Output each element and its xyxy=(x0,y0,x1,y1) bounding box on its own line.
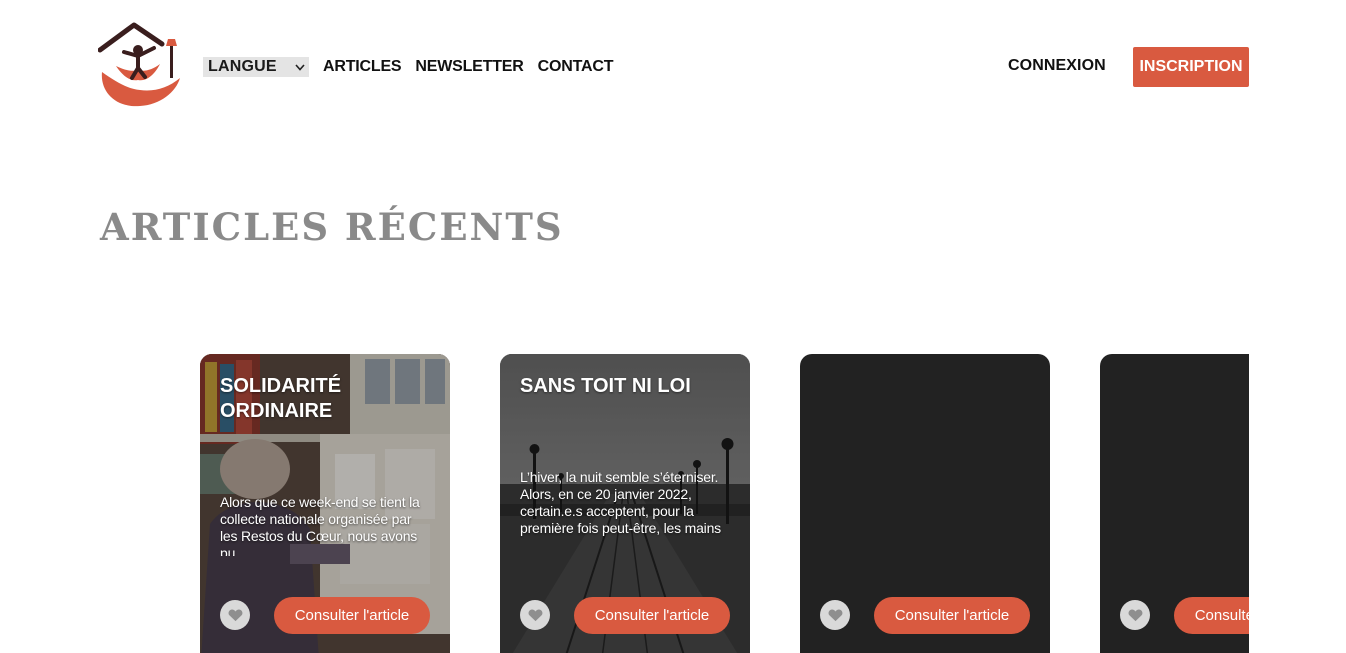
chevron-down-icon xyxy=(295,63,305,71)
read-article-button[interactable]: Consulter l'article xyxy=(274,597,430,634)
login-link[interactable]: CONNEXION xyxy=(1008,57,1106,75)
article-title: SOLIDARITÉ ORDINAIRE xyxy=(220,375,342,422)
read-article-button[interactable]: Consulter l'article xyxy=(874,597,1030,634)
article-card[interactable]: Consulter l'article xyxy=(1100,354,1249,653)
read-article-button[interactable]: Consulter l'article xyxy=(574,597,730,634)
articles-carousel[interactable]: SOLIDARITÉ ORDINAIRE Alors que ce week-e… xyxy=(200,354,1249,653)
article-card[interactable]: Consulter l'article xyxy=(800,354,1050,653)
signup-button[interactable]: INSCRIPTION xyxy=(1133,47,1249,87)
language-select-label: LANGUE xyxy=(208,58,277,75)
heart-icon xyxy=(1128,609,1142,622)
like-button[interactable] xyxy=(220,600,250,630)
article-excerpt: L’hiver, la nuit semble s’éterniser. Alo… xyxy=(520,469,721,536)
article-card[interactable]: SOLIDARITÉ ORDINAIRE Alors que ce week-e… xyxy=(200,354,450,653)
heart-icon xyxy=(828,609,842,622)
language-select[interactable]: LANGUE xyxy=(203,57,309,77)
article-title: SANS TOIT NI LOI xyxy=(520,375,691,397)
nav-link-articles[interactable]: ARTICLES xyxy=(323,58,402,76)
article-card[interactable]: SANS TOIT NI LOI L’hiver, la nuit semble… xyxy=(500,354,750,653)
nav-link-contact[interactable]: CONTACT xyxy=(538,58,614,76)
like-button[interactable] xyxy=(1120,600,1150,630)
section-title: ARTICLES RÉCENTS xyxy=(100,205,564,249)
like-button[interactable] xyxy=(820,600,850,630)
nav-link-newsletter[interactable]: NEWSLETTER xyxy=(415,58,523,76)
article-excerpt xyxy=(1120,494,1249,556)
main-nav: LANGUE ARTICLES NEWSLETTER CONTACT xyxy=(203,57,613,77)
read-article-button[interactable]: Consulter l'article xyxy=(1174,597,1249,634)
like-button[interactable] xyxy=(520,600,550,630)
site-logo[interactable] xyxy=(98,22,182,108)
heart-icon xyxy=(528,609,542,622)
heart-icon xyxy=(228,609,242,622)
article-excerpt: Alors que ce week-end se tient la collec… xyxy=(220,494,420,556)
article-excerpt xyxy=(820,494,1032,556)
